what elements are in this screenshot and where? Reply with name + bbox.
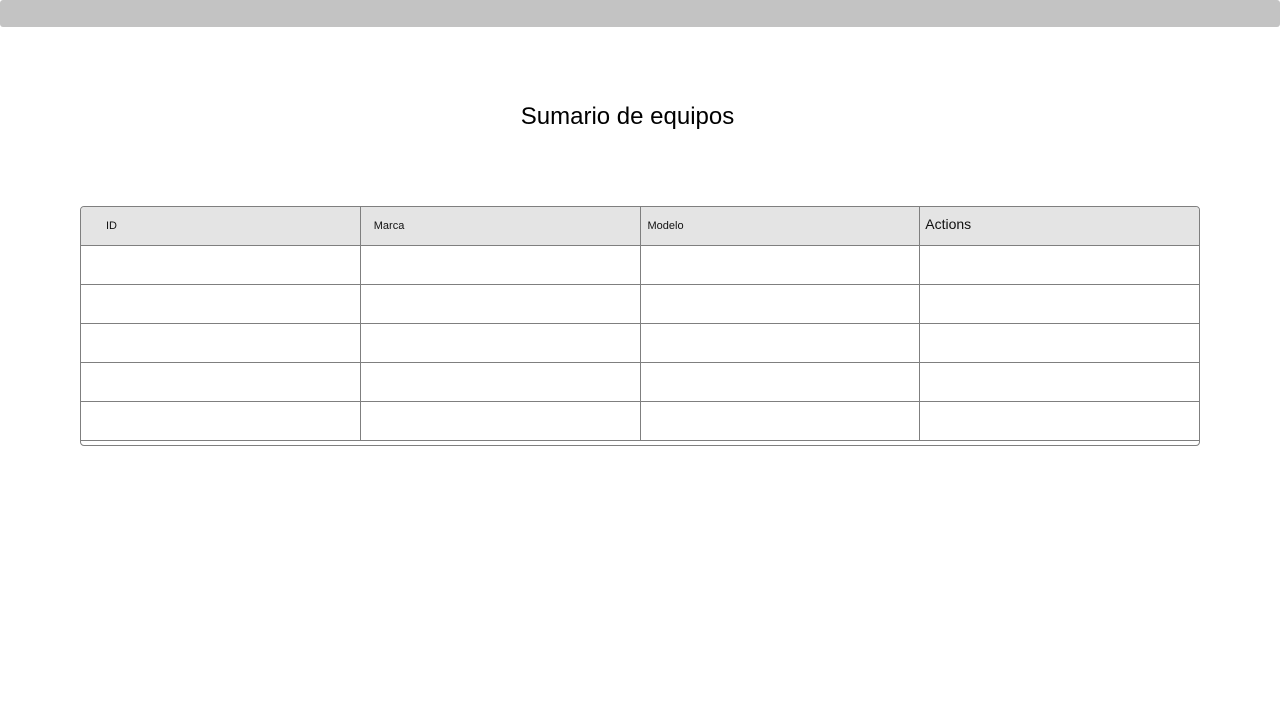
table-cell <box>919 284 1199 324</box>
table-cell <box>81 284 361 324</box>
column-header-marca[interactable]: Marca <box>359 207 641 246</box>
table-row <box>81 284 1199 324</box>
column-header-id[interactable]: ID <box>81 207 361 246</box>
table-row <box>81 245 1199 285</box>
table-cell <box>919 362 1199 402</box>
table-cell <box>81 362 361 402</box>
table-cell <box>81 401 361 441</box>
equipment-table: ID Marca Modelo Actions <box>80 206 1200 446</box>
table-cell <box>359 323 641 363</box>
table-cell <box>919 323 1199 363</box>
table-row <box>81 323 1199 363</box>
top-bar <box>0 0 1280 27</box>
table-cell <box>81 323 361 363</box>
table-row <box>81 362 1199 402</box>
equipment-table-grid: ID Marca Modelo Actions <box>81 207 1199 441</box>
table-cell <box>919 245 1199 285</box>
table-cell <box>359 284 641 324</box>
table-cell <box>359 245 641 285</box>
table-cell <box>639 323 921 363</box>
column-header-actions: Actions <box>919 207 1199 246</box>
table-cell <box>359 401 641 441</box>
table-row <box>81 401 1199 441</box>
table-cell <box>639 362 921 402</box>
table-header-row: ID Marca Modelo Actions <box>81 207 1199 246</box>
column-header-modelo[interactable]: Modelo <box>639 207 921 246</box>
table-cell <box>639 401 921 441</box>
table-cell <box>639 284 921 324</box>
table-cell <box>639 245 921 285</box>
page-title: Sumario de equipos <box>520 103 735 130</box>
table-cell <box>919 401 1199 441</box>
table-cell <box>359 362 641 402</box>
table-cell <box>81 245 361 285</box>
